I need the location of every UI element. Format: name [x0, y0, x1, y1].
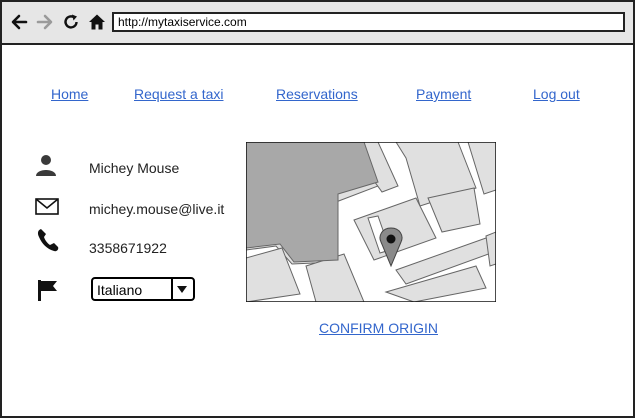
nav-payment[interactable]: Payment — [416, 86, 471, 102]
nav-logout[interactable]: Log out — [533, 86, 580, 102]
browser-toolbar: http://mytaxiservice.com — [2, 2, 633, 45]
user-name: Michey Mouse — [89, 160, 180, 176]
user-icon — [36, 155, 56, 176]
nav-reservations[interactable]: Reservations — [276, 86, 358, 102]
phone-icon — [37, 229, 59, 252]
envelope-icon — [35, 198, 59, 215]
browser-window: http://mytaxiservice.com Home Request a … — [0, 0, 635, 418]
language-value: Italiano — [97, 282, 143, 298]
language-select[interactable]: Italiano — [91, 277, 195, 301]
chevron-down-icon[interactable] — [171, 279, 193, 299]
url-text: http://mytaxiservice.com — [118, 15, 247, 29]
address-bar[interactable]: http://mytaxiservice.com — [112, 12, 625, 32]
nav-request-taxi[interactable]: Request a taxi — [134, 86, 224, 102]
home-icon[interactable] — [88, 13, 106, 31]
nav-home[interactable]: Home — [51, 86, 88, 102]
forward-arrow-icon[interactable] — [36, 13, 54, 31]
user-phone: 3358671922 — [89, 240, 167, 256]
user-email: michey.mouse@live.it — [89, 201, 225, 217]
reload-icon[interactable] — [62, 13, 80, 31]
map-view[interactable] — [246, 142, 496, 302]
flag-icon — [38, 280, 57, 301]
back-arrow-icon[interactable] — [10, 13, 28, 31]
confirm-origin-link[interactable]: CONFIRM ORIGIN — [319, 320, 438, 336]
